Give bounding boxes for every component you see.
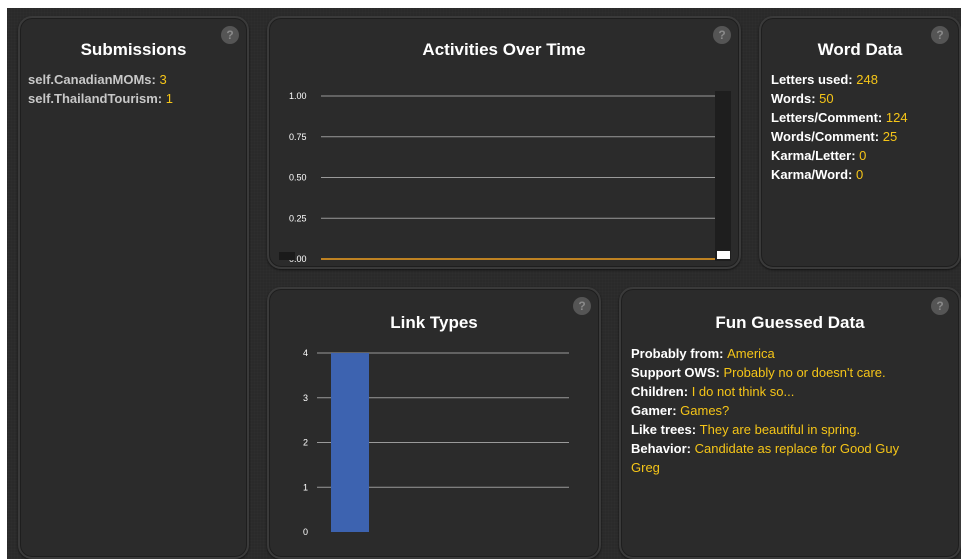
y-tick-label: 0.25	[289, 213, 307, 223]
list-item: Letters/Comment: 124	[771, 110, 908, 125]
list-item: Support OWS: Probably no or doesn't care…	[631, 365, 886, 380]
list-item: Like trees: They are beautiful in spring…	[631, 422, 861, 437]
y-tick-label: 3	[303, 393, 308, 403]
link-types-title: Link Types	[390, 313, 478, 332]
y-tick-label: 2	[303, 438, 308, 448]
help-icon[interactable]: ?	[573, 297, 591, 315]
list-item: Karma/Word: 0	[771, 167, 864, 182]
y-tick-label: 0.75	[289, 132, 307, 142]
help-icon[interactable]: ?	[931, 297, 949, 315]
list-item: Karma/Letter: 0	[771, 148, 867, 163]
y-tick-label: 4	[303, 348, 308, 358]
fun-data-list: Probably from: America Support OWS: Prob…	[631, 344, 931, 477]
y-tick-label: 1.00	[289, 91, 307, 101]
link-types-panel: Link Types ? 4 3 2 1 0	[267, 287, 601, 559]
y-tick-label: 0	[303, 527, 308, 537]
link-types-chart: 4 3 2 1 0	[303, 348, 569, 537]
submissions-title: Submissions	[80, 40, 187, 59]
activities-title: Activities Over Time	[422, 40, 586, 59]
submissions-list: self.CanadianMOMs: 3 self.ThailandTouris…	[28, 70, 173, 108]
chart-left-marker	[279, 252, 295, 260]
fun-data-title: Fun Guessed Data	[715, 313, 865, 332]
activities-panel: Activities Over Time ? 1.00 0.75 0.50 0.25 0…	[267, 16, 741, 269]
activities-chart: 1.000.750.500.250.00	[279, 91, 731, 264]
list-item: Words/Comment: 25	[771, 129, 898, 144]
chart-scroll-handle[interactable]	[717, 251, 730, 259]
list-item: Probably from: America	[631, 346, 775, 361]
word-data-list: Letters used: 248 Words: 50 Letters/Comm…	[771, 70, 908, 184]
list-item: Words: 50	[771, 91, 834, 106]
list-item: Behavior: Candidate as replace for Good …	[631, 441, 900, 475]
word-data-panel: Word Data ? Letters used: 248 Words: 50 …	[759, 16, 961, 269]
help-icon[interactable]: ?	[713, 26, 731, 44]
list-item[interactable]: self.CanadianMOMs: 3	[28, 70, 173, 89]
dashboard: Submissions ? self.CanadianMOMs: 3 self.…	[0, 0, 961, 559]
fun-data-panel: Fun Guessed Data ? Probably from: Americ…	[619, 287, 961, 559]
list-item: Children: I do not think so...	[631, 384, 795, 399]
chart-scroll-track	[715, 91, 731, 261]
list-item[interactable]: self.ThailandTourism: 1	[28, 89, 173, 108]
list-item: Letters used: 248	[771, 72, 878, 87]
submissions-panel: Submissions ? self.CanadianMOMs: 3 self.…	[18, 16, 249, 559]
help-icon[interactable]: ?	[931, 26, 949, 44]
y-tick-label: 1	[303, 482, 308, 492]
list-item: Gamer: Games?	[631, 403, 730, 418]
y-tick-label: 0.50	[289, 173, 307, 183]
bar	[331, 353, 369, 532]
help-icon[interactable]: ?	[221, 26, 239, 44]
word-data-title: Word Data	[817, 40, 903, 59]
